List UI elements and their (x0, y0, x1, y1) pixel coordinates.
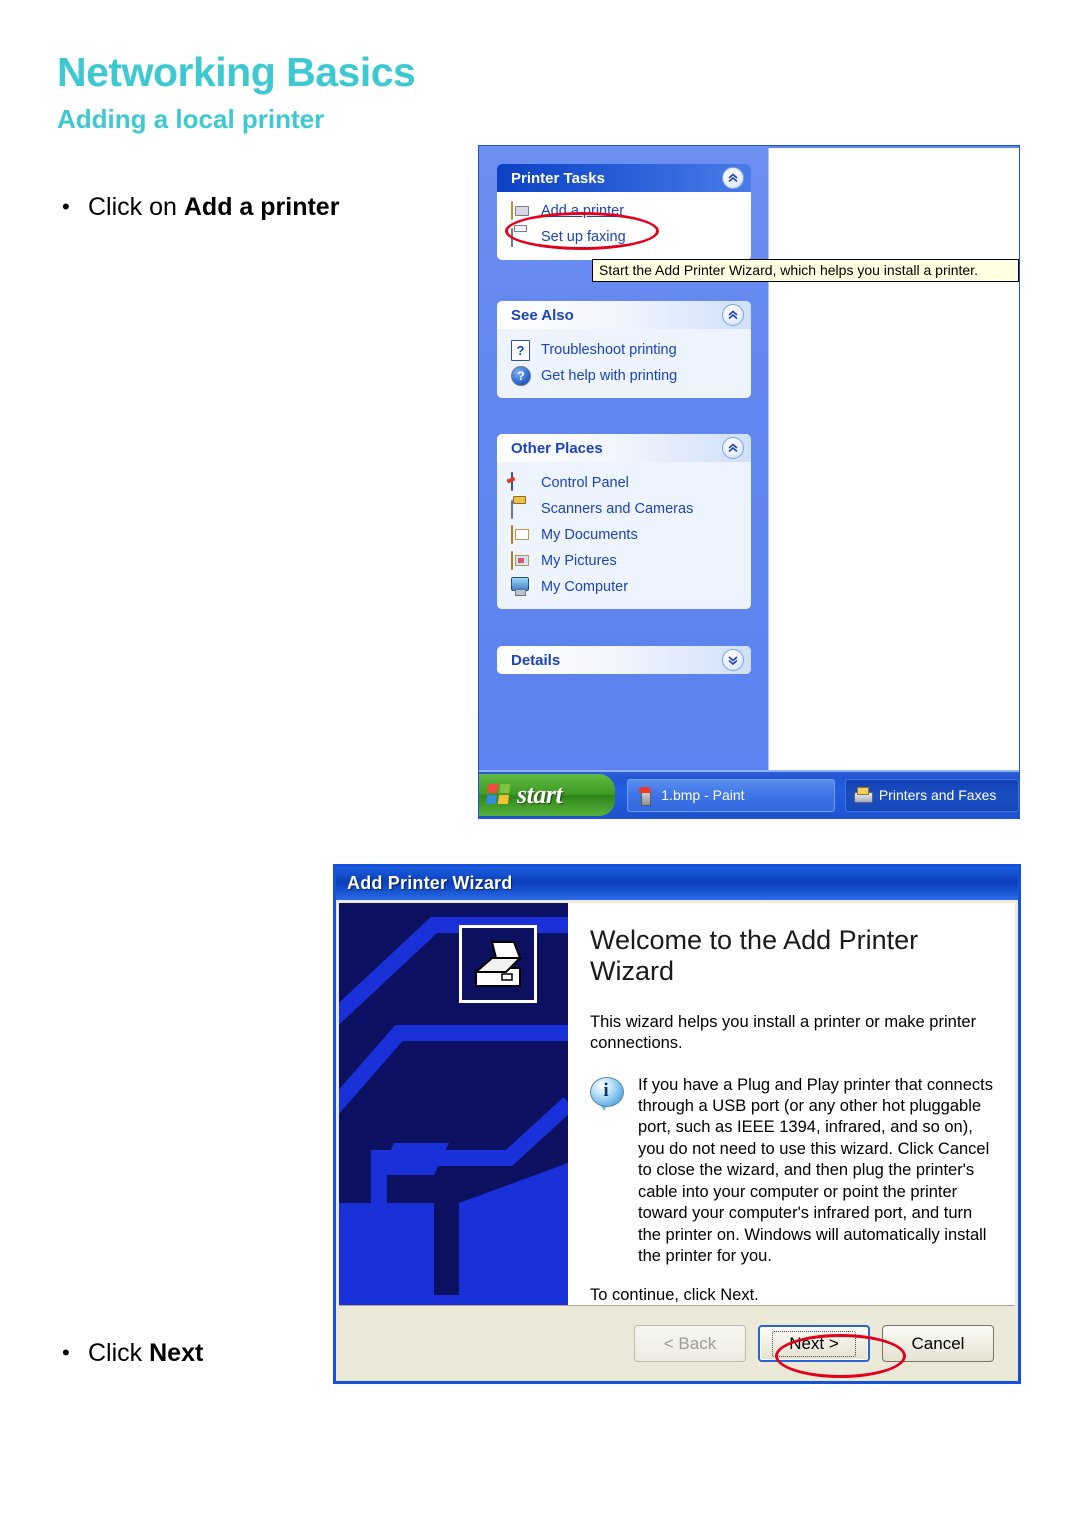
page-title: Networking Basics (57, 49, 416, 95)
taskbar-item-paint[interactable]: 1.bmp - Paint (627, 778, 835, 812)
task-item-label: Add a printer (541, 203, 625, 219)
task-item-label: Get help with printing (541, 368, 678, 384)
wizard-content: Welcome to the Add Printer Wizard This w… (568, 903, 1015, 1305)
task-group-header[interactable]: See Also (497, 301, 751, 329)
next-button-label: Next > (772, 1330, 856, 1357)
task-group-other-places: Other Places Control Panel Scanners and … (497, 434, 751, 609)
chevron-up-icon[interactable] (722, 304, 744, 326)
windows-logo-icon (485, 784, 512, 806)
task-group-title: Details (511, 651, 561, 669)
task-item-label: Control Panel (541, 475, 629, 491)
task-group-body: Control Panel Scanners and Cameras My Do… (497, 462, 751, 609)
task-item-label: My Documents (541, 527, 638, 543)
instruction-text-bold: Next (149, 1338, 204, 1367)
task-item-get-help-with-printing[interactable]: ? Get help with printing (497, 363, 751, 389)
task-item-scanners-and-cameras[interactable]: Scanners and Cameras (497, 496, 751, 522)
chevron-down-icon[interactable] (722, 649, 744, 671)
folder-documents-icon (511, 525, 533, 545)
task-item-my-pictures[interactable]: My Pictures (497, 548, 751, 574)
file-list-pane[interactable] (768, 148, 1019, 770)
taskbar-item-label: 1.bmp - Paint (661, 787, 745, 803)
task-item-my-documents[interactable]: My Documents (497, 522, 751, 548)
cancel-button-label: Cancel (911, 1333, 965, 1353)
taskbar-item-printers-and-faxes[interactable]: Printers and Faxes (844, 778, 1019, 812)
task-group-title: Other Places (511, 439, 603, 457)
tooltip-add-printer-wizard: Start the Add Printer Wizard, which help… (592, 259, 1019, 282)
windows-taskbar: start 1.bmp - Paint Printers and Faxes (479, 770, 1019, 818)
wizard-intro-text: This wizard helps you install a printer … (590, 1012, 977, 1053)
task-group-body: ? Troubleshoot printing ? Get help with … (497, 329, 751, 398)
task-group-header[interactable]: Printer Tasks (497, 164, 751, 192)
task-group-printer-tasks: Printer Tasks Add a printer Set up faxin… (497, 164, 751, 260)
task-item-my-computer[interactable]: My Computer (497, 574, 751, 600)
printer-icon (853, 786, 873, 804)
task-item-label: Set up faxing (541, 229, 626, 245)
instruction-click-next: • Click Next (62, 1340, 203, 1366)
task-item-label: Troubleshoot printing (541, 342, 677, 358)
folder-pictures-icon (511, 551, 533, 571)
wizard-continue-text: To continue, click Next. (590, 1286, 759, 1305)
task-pane: Printer Tasks Add a printer Set up faxin… (479, 146, 768, 773)
wizard-banner-graphic (339, 903, 568, 1305)
task-item-label: Scanners and Cameras (541, 501, 694, 517)
task-group-body: Add a printer Set up faxing (497, 192, 751, 260)
wizard-heading: Welcome to the Add Printer Wizard (590, 925, 919, 987)
info-icon: i (590, 1076, 624, 1111)
task-group-see-also: See Also ? Troubleshoot printing ? Get h… (497, 301, 751, 398)
task-group-details: Details (497, 646, 751, 674)
task-item-control-panel[interactable]: Control Panel (497, 470, 751, 496)
instruction-text-bold: Add a printer (183, 192, 340, 221)
chevron-up-icon[interactable] (722, 437, 744, 459)
wizard-body: Welcome to the Add Printer Wizard This w… (339, 903, 1015, 1305)
wizard-footer: < Back Next > Cancel (339, 1305, 1015, 1381)
start-button[interactable]: start (479, 774, 616, 816)
chevron-up-icon[interactable] (722, 167, 744, 189)
cancel-button[interactable]: Cancel (882, 1325, 994, 1362)
next-button[interactable]: Next > (758, 1325, 870, 1362)
task-item-add-a-printer[interactable]: Add a printer (497, 198, 751, 224)
instruction-click-add-a-printer: • Click on Add a printer (62, 194, 339, 220)
taskbar-item-label: Printers and Faxes (878, 787, 997, 803)
task-group-header[interactable]: Other Places (497, 434, 751, 462)
add-printer-icon (511, 201, 533, 221)
task-item-troubleshoot-printing[interactable]: ? Troubleshoot printing (497, 337, 751, 363)
wizard-note-text: If you have a Plug and Play printer that… (638, 1075, 993, 1266)
help-document-icon: ? (511, 340, 533, 361)
bullet-icon: • (62, 1340, 70, 1366)
help-circle-icon: ? (511, 366, 533, 386)
back-button[interactable]: < Back (634, 1325, 746, 1362)
start-button-label: start (517, 780, 563, 809)
page-subtitle: Adding a local printer (57, 104, 325, 134)
paint-icon (636, 786, 654, 806)
wizard-titlebar: Add Printer Wizard (336, 867, 1018, 900)
add-printer-wizard-screenshot: Add Printer Wizard Welcome to the Add Pr… (333, 864, 1021, 1384)
task-item-label: My Pictures (541, 553, 617, 569)
control-panel-icon (511, 472, 533, 493)
task-item-set-up-faxing[interactable]: Set up faxing (497, 224, 751, 250)
wizard-title: Add Printer Wizard (347, 873, 513, 893)
task-group-header[interactable]: Details (497, 646, 751, 674)
instruction-text-prefix: Click on (88, 192, 184, 221)
printers-and-faxes-window-screenshot: Printer Tasks Add a printer Set up faxin… (478, 145, 1020, 819)
bullet-icon: • (62, 194, 70, 220)
task-group-title: See Also (511, 306, 574, 324)
back-button-label: < Back (663, 1333, 717, 1353)
task-group-title: Printer Tasks (511, 169, 605, 187)
fax-icon (511, 227, 533, 247)
wizard-note: i If you have a Plug and Play printer th… (590, 1075, 997, 1268)
instruction-text-prefix: Click (88, 1338, 150, 1367)
scanner-icon (511, 499, 533, 519)
task-item-label: My Computer (541, 579, 629, 595)
my-computer-icon (511, 577, 533, 597)
printer-wizard-icon (459, 925, 537, 1003)
